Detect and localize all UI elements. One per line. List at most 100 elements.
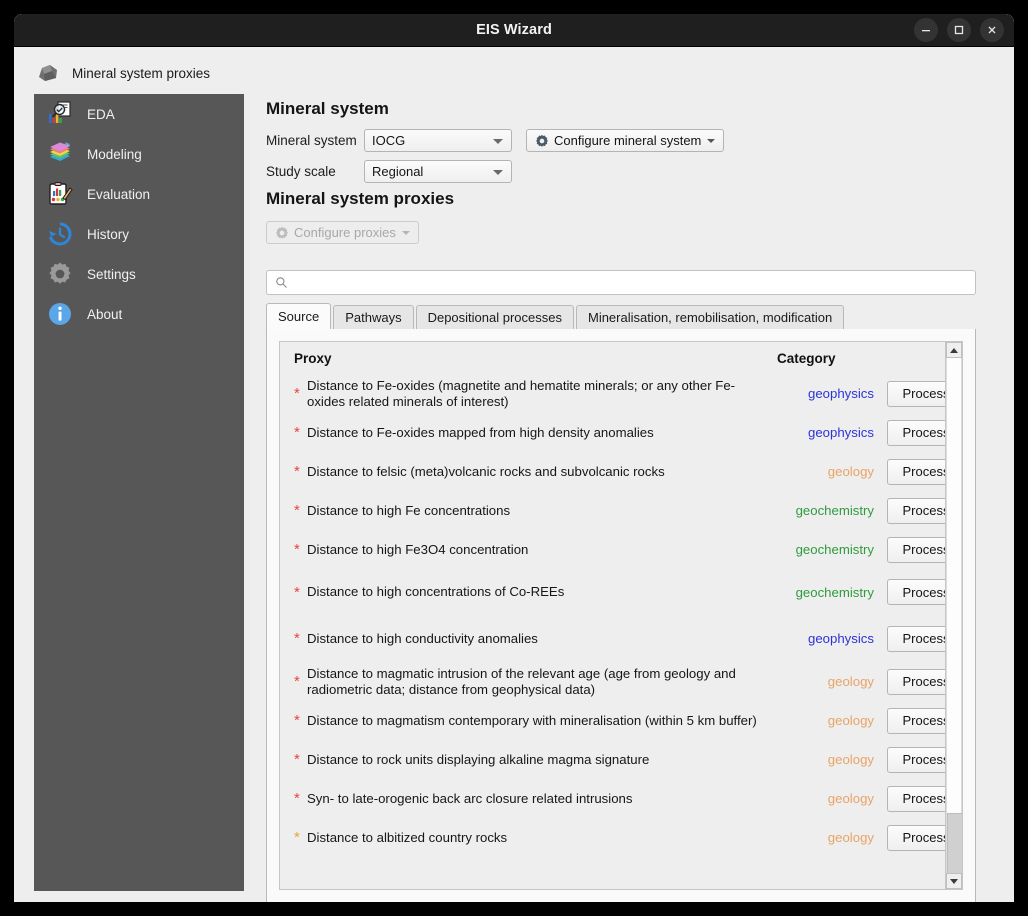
- proxy-list-frame: Proxy Category * Distance to Fe-oxides (…: [279, 341, 963, 890]
- proxy-tab-panel: Proxy Category * Distance to Fe-oxides (…: [266, 329, 976, 902]
- process-button[interactable]: Process: [887, 785, 949, 812]
- process-button[interactable]: Process: [887, 458, 949, 485]
- proxy-category[interactable]: geophysics: [778, 631, 887, 646]
- table-row: * Distance to high Fe concentrations geo…: [280, 491, 949, 530]
- window-controls: [914, 18, 1004, 42]
- process-button[interactable]: Process: [887, 380, 949, 407]
- study-scale-value: Regional: [372, 164, 424, 179]
- info-icon: [46, 300, 74, 328]
- sidebar-item-label: EDA: [87, 106, 115, 122]
- required-marker-icon: *: [294, 541, 300, 558]
- mineral-system-select[interactable]: IOCG: [364, 129, 512, 152]
- proxy-category[interactable]: geology: [778, 791, 887, 806]
- close-button[interactable]: [980, 18, 1004, 42]
- main-content: Mineral system Mineral system IOCG Confi…: [266, 47, 1014, 902]
- process-button[interactable]: Process: [887, 419, 949, 446]
- table-row: * Distance to magmatic intrusion of the …: [280, 662, 949, 701]
- row-action: Process: [887, 824, 949, 851]
- process-button[interactable]: Process: [887, 707, 949, 734]
- history-clock-icon: [46, 220, 74, 248]
- process-button[interactable]: Process: [887, 668, 949, 695]
- proxy-category[interactable]: geochemistry: [778, 585, 887, 600]
- sidebar-item-modeling[interactable]: Modeling: [34, 134, 244, 174]
- proxy-tabs: Source Pathways Depositional processes M…: [266, 303, 976, 330]
- configure-mineral-system-label: Configure mineral system: [554, 133, 702, 148]
- proxy-category[interactable]: geochemistry: [778, 503, 887, 518]
- proxy-category[interactable]: geology: [778, 752, 887, 767]
- minimize-button[interactable]: [914, 18, 938, 42]
- scroll-down-button[interactable]: [946, 873, 962, 889]
- tab-label: Depositional processes: [427, 310, 562, 325]
- proxy-name: Distance to rock units displaying alkali…: [307, 751, 650, 767]
- window-title: EIS Wizard: [476, 22, 552, 38]
- tab-pathways[interactable]: Pathways: [333, 305, 414, 329]
- table-row: * Distance to Fe-oxides (magnetite and h…: [280, 374, 949, 413]
- row-action: Process: [887, 625, 949, 652]
- mineral-system-heading: Mineral system: [266, 99, 389, 118]
- process-button[interactable]: Process: [887, 746, 949, 773]
- sidebar-item-settings[interactable]: Settings: [34, 254, 244, 294]
- screen: EIS Wizard Mineral system proxies EDA Mo…: [0, 0, 1028, 916]
- triangle-up-icon: [950, 347, 958, 353]
- scrollbar-track[interactable]: [946, 358, 962, 888]
- gear-icon: [536, 134, 548, 147]
- column-header-category: Category: [777, 350, 836, 366]
- proxy-name: Distance to Fe-oxides mapped from high d…: [307, 424, 654, 440]
- tab-label: Pathways: [345, 310, 402, 325]
- tab-label: Source: [278, 309, 320, 324]
- triangle-down-icon: [950, 878, 958, 884]
- proxy-category[interactable]: geophysics: [778, 425, 887, 440]
- table-row: * Distance to Fe-oxides mapped from high…: [280, 413, 949, 452]
- proxy-category[interactable]: geology: [778, 713, 887, 728]
- table-row: * Distance to high concentrations of Co-…: [280, 569, 949, 615]
- proxy-category[interactable]: geology: [778, 830, 887, 845]
- row-action: Process: [887, 785, 949, 812]
- configure-proxies-button[interactable]: Configure proxies: [266, 221, 419, 244]
- table-row: * Distance to high Fe3O4 concentration g…: [280, 530, 949, 569]
- mineral-system-label: Mineral system: [266, 133, 357, 148]
- row-action: Process: [887, 707, 949, 734]
- proxy-category[interactable]: geochemistry: [778, 542, 887, 557]
- process-button[interactable]: Process: [887, 625, 949, 652]
- maximize-button[interactable]: [947, 18, 971, 42]
- tab-label: Mineralisation, remobilisation, modifica…: [587, 310, 833, 325]
- proxy-list-scrollbar[interactable]: [945, 342, 962, 889]
- process-button[interactable]: Process: [887, 536, 949, 563]
- table-row: * Distance to albitized country rocks ge…: [280, 818, 949, 857]
- study-scale-select[interactable]: Regional: [364, 160, 512, 183]
- tab-depositional-processes[interactable]: Depositional processes: [415, 305, 574, 329]
- proxy-name: Distance to magmatism contemporary with …: [307, 712, 757, 728]
- gear-icon: [46, 260, 74, 288]
- configure-mineral-system-button[interactable]: Configure mineral system: [526, 129, 725, 152]
- tab-source[interactable]: Source: [266, 303, 332, 330]
- configure-proxies-label: Configure proxies: [294, 225, 396, 240]
- sidebar-item-history[interactable]: History: [34, 214, 244, 254]
- eda-icon: [46, 100, 74, 128]
- tab-mineralisation[interactable]: Mineralisation, remobilisation, modifica…: [575, 305, 845, 329]
- close-icon: [988, 26, 996, 34]
- proxy-category[interactable]: geophysics: [778, 386, 887, 401]
- required-marker-icon: *: [294, 424, 300, 441]
- proxy-category[interactable]: geology: [778, 674, 887, 689]
- table-row: * Distance to magmatism contemporary wit…: [280, 701, 949, 740]
- sidebar-item-about[interactable]: About: [34, 294, 244, 334]
- search-input[interactable]: [295, 274, 949, 291]
- sidebar-item-label: Modeling: [87, 146, 142, 162]
- row-action: Process: [887, 458, 949, 485]
- proxy-category[interactable]: geology: [778, 464, 887, 479]
- scroll-up-button[interactable]: [946, 342, 962, 358]
- search-box[interactable]: [266, 270, 976, 295]
- sidebar-item-eda[interactable]: EDA: [34, 94, 244, 134]
- process-button[interactable]: Process: [887, 497, 949, 524]
- required-marker-icon: *: [294, 463, 300, 480]
- process-button[interactable]: Process: [887, 824, 949, 851]
- search-icon: [276, 277, 287, 288]
- proxy-name: Distance to magmatic intrusion of the re…: [307, 665, 736, 697]
- chevron-down-icon: [493, 138, 503, 144]
- process-button[interactable]: Process: [887, 579, 949, 605]
- chevron-down-icon: [493, 169, 503, 175]
- sidebar: EDA Modeling Evaluation History Settings…: [34, 94, 244, 891]
- sidebar-header-label: Mineral system proxies: [72, 65, 211, 81]
- sidebar-item-evaluation[interactable]: Evaluation: [34, 174, 244, 214]
- window-body: Mineral system proxies EDA Modeling Eval…: [14, 47, 1014, 902]
